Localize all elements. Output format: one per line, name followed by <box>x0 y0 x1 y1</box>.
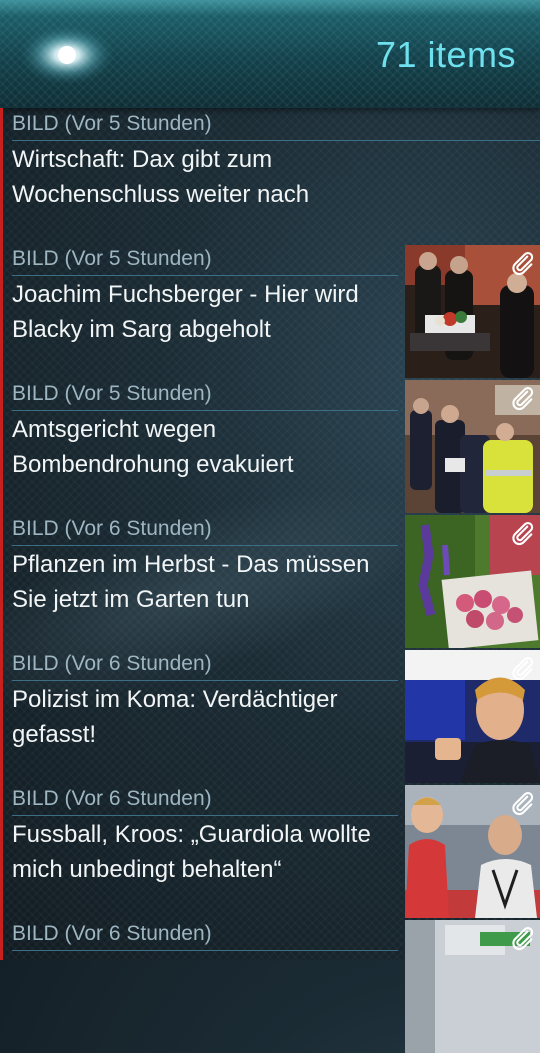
article-thumbnail[interactable] <box>405 380 540 513</box>
list-item[interactable]: BILD (Vor 5 Stunden) Amtsgericht wegen B… <box>0 378 540 513</box>
article-source: BILD (Vor 5 Stunden) <box>12 112 212 135</box>
divider <box>12 815 398 816</box>
article-list[interactable]: BILD (Vor 5 Stunden) Wirtschaft: Dax gib… <box>0 108 540 1053</box>
divider <box>12 275 398 276</box>
article-source: BILD (Vor 6 Stunden) <box>12 652 212 675</box>
divider <box>12 950 398 951</box>
page-header[interactable]: 71 items <box>0 0 540 108</box>
divider <box>12 680 398 681</box>
attachment-icon <box>512 791 534 816</box>
divider <box>12 410 398 411</box>
list-item[interactable]: BILD (Vor 5 Stunden) Wirtschaft: Dax gib… <box>0 108 540 243</box>
article-thumbnail[interactable] <box>405 515 540 648</box>
list-item[interactable]: BILD (Vor 5 Stunden) Joachim Fuchsberger… <box>0 243 540 378</box>
header-shine <box>0 0 540 16</box>
article-source: BILD (Vor 6 Stunden) <box>12 517 212 540</box>
divider <box>12 140 540 141</box>
attachment-icon <box>512 926 534 951</box>
article-title: Joachim Fuchsberger - Hier wird Blacky i… <box>12 281 359 343</box>
article-title: Amtsgericht wegen Bombendrohung evakuier… <box>12 416 294 478</box>
attachment-icon <box>512 251 534 276</box>
article-source: BILD (Vor 6 Stunden) <box>12 787 212 810</box>
attachment-icon <box>512 656 534 681</box>
article-thumbnail[interactable] <box>405 245 540 378</box>
attachment-icon <box>512 386 534 411</box>
pulley-menu-indicator-icon[interactable] <box>18 24 116 86</box>
article-title: Pflanzen im Herbst - Das müssen Sie jetz… <box>12 551 370 613</box>
article-source: BILD (Vor 6 Stunden) <box>12 922 212 945</box>
list-item[interactable]: BILD (Vor 6 Stunden) <box>0 918 540 1053</box>
list-item[interactable]: BILD (Vor 6 Stunden) Polizist im Koma: V… <box>0 648 540 783</box>
article-title: Wirtschaft: Dax gibt zum Wochenschluss w… <box>12 146 310 208</box>
article-thumbnail[interactable] <box>405 785 540 918</box>
attachment-icon <box>512 521 534 546</box>
article-title: Fussball, Kroos: „Guardiola wollte mich … <box>12 821 371 883</box>
divider <box>12 545 398 546</box>
article-thumbnail[interactable] <box>405 650 540 783</box>
article-source: BILD (Vor 5 Stunden) <box>12 247 212 270</box>
item-count: 71 items <box>375 34 516 75</box>
list-item[interactable]: BILD (Vor 6 Stunden) Fussball, Kroos: „G… <box>0 783 540 918</box>
article-title: Polizist im Koma: Verdächtiger gefasst! <box>12 686 338 748</box>
list-item[interactable]: BILD (Vor 6 Stunden) Pflanzen im Herbst … <box>0 513 540 648</box>
article-thumbnail[interactable] <box>405 920 540 1053</box>
article-source: BILD (Vor 5 Stunden) <box>12 382 212 405</box>
